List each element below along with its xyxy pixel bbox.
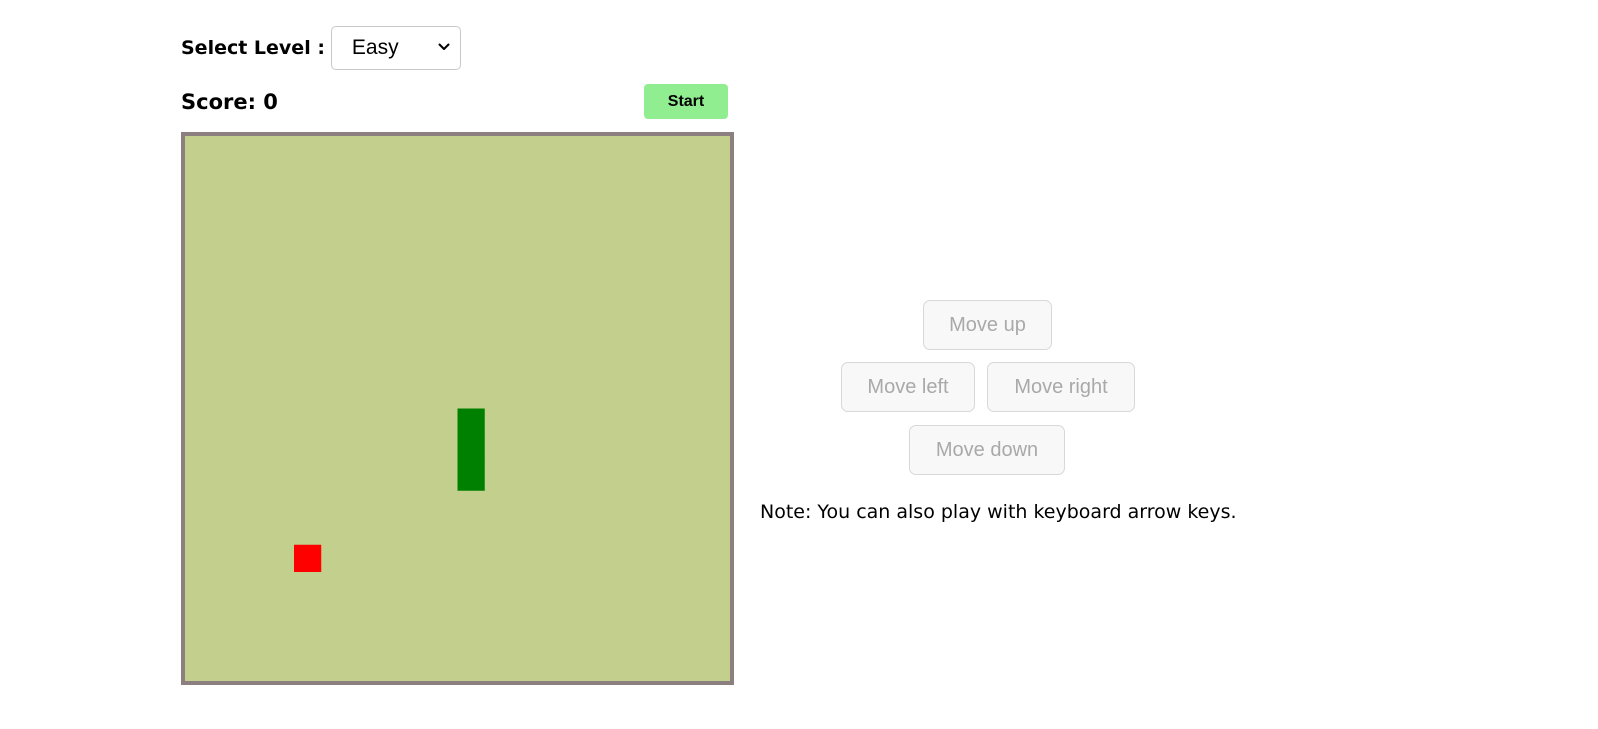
game-canvas <box>294 408 485 572</box>
move-down-button[interactable]: Move down <box>909 425 1065 475</box>
snake-segment <box>457 463 485 491</box>
level-label: Select Level : <box>181 37 325 59</box>
level-selector: Select Level : Easy <box>181 25 461 71</box>
keyboard-note: Note: You can also play with keyboard ar… <box>760 501 1237 523</box>
level-select-value: Easy <box>351 36 399 59</box>
chevron-down-icon <box>438 43 450 50</box>
game-board <box>181 132 734 685</box>
food-item <box>294 544 322 572</box>
score-display: Score: 0 <box>181 90 278 114</box>
snake-head <box>457 408 485 437</box>
snake-segment <box>457 435 485 464</box>
move-right-button[interactable]: Move right <box>987 362 1135 412</box>
move-left-button[interactable]: Move left <box>841 362 975 412</box>
level-select[interactable]: Easy <box>330 26 461 70</box>
start-button[interactable]: Start <box>644 84 728 119</box>
move-up-button[interactable]: Move up <box>923 300 1052 350</box>
